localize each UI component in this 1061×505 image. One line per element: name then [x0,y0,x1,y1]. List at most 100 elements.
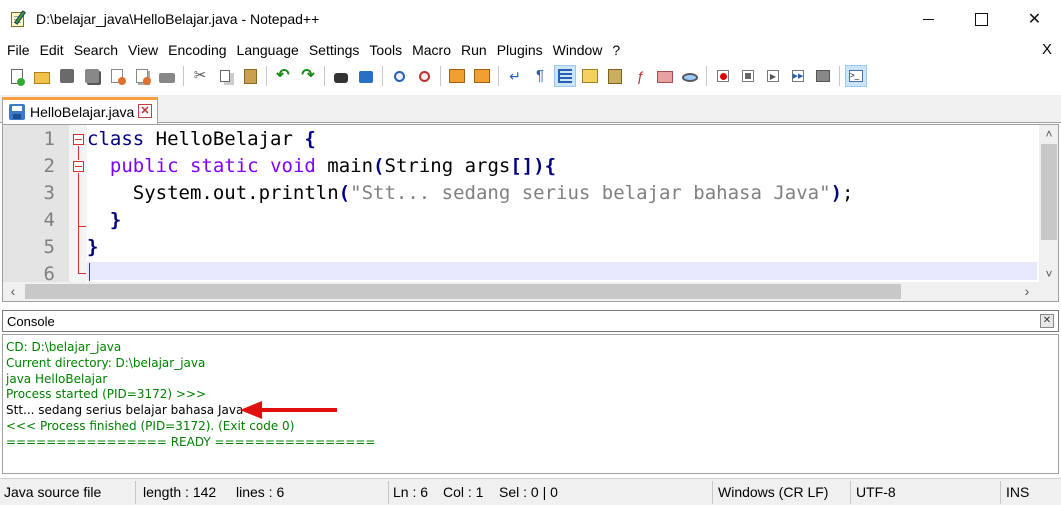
code-token: []) [510,155,545,177]
menu-view[interactable]: View [123,38,163,62]
scroll-right-icon[interactable]: › [1017,282,1037,300]
tab-hellobelajar-java[interactable]: HelloBelajar.java ✕ [2,97,158,124]
menu-edit[interactable]: Edit [35,38,69,62]
console-info-line: Process started (PID=3172) >>> [6,387,207,402]
redo-button[interactable]: ↷ [297,65,319,87]
open-file-button[interactable] [31,65,53,87]
console-info-line: ================ READY ================ [6,434,376,449]
undo-button[interactable]: ↶ [272,65,294,87]
toolbar-separator [498,66,499,86]
status-divider [850,481,851,504]
monitoring-button[interactable] [679,65,701,87]
code-editor[interactable]: ˄ ˅ 1 class HelloBelajar {2 public static… [2,124,1059,284]
vertical-scrollbar[interactable]: ˄ ˅ [1039,125,1058,284]
line-number: 3 [43,182,55,204]
new-file-button[interactable] [6,65,28,87]
code-line[interactable]: public static void main(String args[]){ [87,153,556,180]
code-line[interactable]: System.out.println("Stt... sedang serius… [87,180,854,207]
line-number: 1 [43,128,55,150]
menu-settings[interactable]: Settings [304,38,365,62]
zoom-in-button[interactable] [388,65,410,87]
toolbar-separator [839,66,840,86]
title-bar: D:\belajar_java\HelloBelajar.java - Note… [0,0,1061,38]
function-list-button[interactable]: ƒ [629,65,651,87]
record-macro-icon [715,68,731,84]
fold-toggle-icon[interactable] [73,134,84,145]
indent-guide-button[interactable] [554,65,576,87]
find-button[interactable] [330,65,352,87]
vertical-scroll-thumb[interactable] [1041,144,1057,240]
code-token: ( [338,182,351,204]
scroll-left-icon[interactable]: ‹ [3,282,23,300]
play-macro-icon: ▶ [765,68,781,84]
play-macro-button[interactable]: ▶ [762,65,784,87]
show-all-chars-button[interactable]: ¶ [529,65,551,87]
save-all-button[interactable] [81,65,103,87]
status-length: length : 142 [143,484,217,500]
code-token: String args [384,155,511,177]
scroll-down-icon[interactable]: ˅ [1039,265,1058,283]
menu-encoding[interactable]: Encoding [163,38,231,62]
close-document-menu-button[interactable]: X [1039,38,1055,62]
word-wrap-button[interactable]: ↵ [504,65,526,87]
folder-workspace-button[interactable] [654,65,676,87]
user-language-icon [582,68,598,84]
stop-macro-button[interactable] [737,65,759,87]
console-output[interactable]: CD: D:\belajar_java Current directory: D:… [2,334,1059,474]
paste-icon [242,68,258,84]
replace-button[interactable] [355,65,377,87]
status-col: Col : 1 [443,484,484,500]
tab-close-icon[interactable]: ✕ [138,104,152,118]
sync-horizontal-button[interactable] [471,65,493,87]
menu-search[interactable]: Search [69,38,123,62]
user-language-button[interactable] [579,65,601,87]
menu-macro[interactable]: Macro [407,38,456,62]
show-all-chars-icon: ¶ [535,67,545,84]
horizontal-scroll-thumb[interactable] [25,284,901,299]
console-info-line: <<< Process finished (PID=3172). (Exit c… [6,418,295,433]
code-token: { [544,155,557,177]
maximize-button[interactable] [955,0,1008,38]
record-macro-button[interactable] [712,65,734,87]
zoom-out-button[interactable] [413,65,435,87]
run-macro-multiple-icon: ▶▶ [790,68,806,84]
status-bar: Java source file length : 142 lines : 6 … [0,478,1061,505]
save-button[interactable] [56,65,78,87]
code-line[interactable]: } [87,234,98,261]
copy-button[interactable] [214,65,236,87]
close-all-button[interactable] [131,65,153,87]
tab-label: HelloBelajar.java [30,104,135,120]
console-close-icon[interactable]: ✕ [1040,314,1054,328]
close-window-button[interactable]: ✕ [1008,0,1061,38]
code-line[interactable]: } [87,207,121,234]
menu-run[interactable]: Run [456,38,492,62]
code-token: { [304,128,316,150]
scroll-up-icon[interactable]: ˄ [1039,125,1058,143]
save-macro-button[interactable] [812,65,834,87]
menu-file[interactable]: File [2,38,35,62]
notepadpp-app-icon [10,10,28,28]
menu-language[interactable]: Language [232,38,304,62]
line-number: 4 [43,209,55,231]
document-map-button[interactable] [604,65,626,87]
code-token: HelloBelajar [144,128,305,150]
console-button[interactable]: >_ [845,65,867,87]
paste-button[interactable] [239,65,261,87]
code-line[interactable]: class HelloBelajar { [87,126,316,153]
fold-toggle-icon[interactable] [73,161,84,172]
menu-plugins[interactable]: Plugins [492,38,548,62]
menu-window[interactable]: Window [548,38,608,62]
menu-help[interactable]: ? [607,38,625,62]
sync-vertical-button[interactable] [446,65,468,87]
code-token: static [189,155,259,177]
minimize-button[interactable] [902,0,955,38]
menu-tools[interactable]: Tools [364,38,407,62]
print-button[interactable] [156,65,178,87]
close-button[interactable] [106,65,128,87]
cut-button[interactable]: ✂ [189,65,211,87]
horizontal-scrollbar[interactable]: ‹ › [2,282,1059,302]
run-macro-multiple-button[interactable]: ▶▶ [787,65,809,87]
console-program-output: Stt... sedang serius belajar bahasa Java [6,403,244,418]
